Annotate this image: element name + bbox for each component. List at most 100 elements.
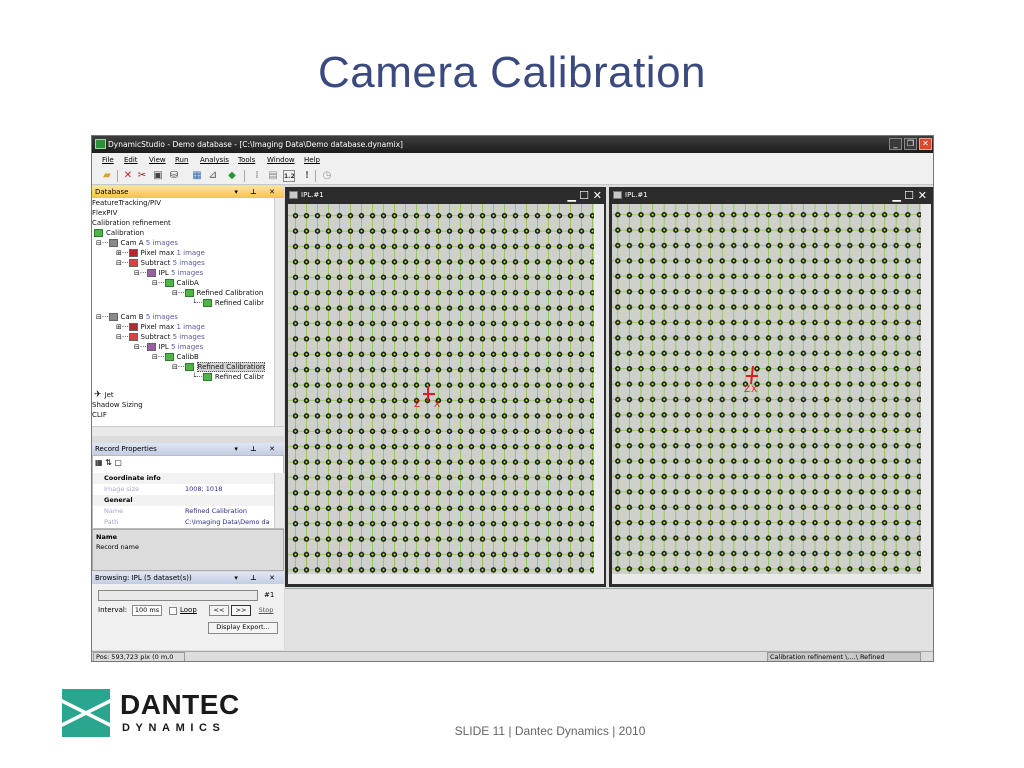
tree-vertical-scrollbar[interactable] [274,198,284,426]
chart-icon[interactable]: ⊿ [207,170,219,182]
menu-view[interactable]: View [149,153,166,167]
minimize-icon[interactable]: _ [889,138,902,150]
menu-window[interactable]: Window [267,153,295,167]
menu-tools[interactable]: Tools [238,153,255,167]
interval-input[interactable]: 100 ms [132,605,162,616]
close-icon[interactable]: ✕ [918,187,927,204]
maximize-icon[interactable]: ☐ [904,187,914,204]
tree-item[interactable]: ⊟··· Subtract 5 images [116,258,205,268]
close-icon[interactable]: ✕ [919,138,932,150]
menu-edit[interactable]: Edit [124,153,138,167]
panel-controls[interactable]: ▾ ⊥ ✕ [234,443,280,455]
menu-file[interactable]: File [102,153,114,167]
tree-item[interactable]: Calibration refinement [92,218,171,228]
tree-item[interactable]: ⊟··· Cam B 5 images [96,312,178,322]
axis-label: X [434,400,440,410]
delete-icon[interactable]: ✕ [122,170,134,182]
property-row[interactable]: Name Refined Calibration [93,506,275,517]
minimize-icon[interactable]: ▁ [568,187,576,204]
camera-icon[interactable]: ▤ [267,170,279,182]
slide-title: Camera Calibration [317,48,707,97]
tree-item[interactable]: ⊟··· Refined Calibration [172,362,266,372]
slide-footer: SLIDE 11 | Dantec Dynamics | 2010 [454,724,646,738]
calibration-icon [164,353,174,361]
cut-icon[interactable]: ✂ [136,170,148,182]
minimize-icon[interactable]: ▁ [893,187,901,204]
image-window-left: IPL.#1 ▁ ☐ ✕ Z X [285,187,606,587]
record-slider[interactable] [98,590,258,601]
tree-item[interactable]: ⊟··· CalibB [152,352,199,362]
image-vertical-scrollbar[interactable] [594,204,604,574]
camera-icon [108,239,118,247]
status-bar: Pos: 593,723 pix (0 m,0 m) Calibration r… [92,651,933,661]
app-icon [95,139,106,149]
loop-checkbox[interactable] [169,607,177,615]
calibration-icon [184,363,194,371]
tree-item[interactable]: ⊟··· Cam A 5 images [96,238,178,248]
property-category[interactable]: Coordinate info [93,473,275,484]
exclamation-icon[interactable]: ! [301,170,313,182]
next-button[interactable]: >> [231,605,251,616]
axis-label: Z [414,400,420,410]
run-icon[interactable]: ◆ [226,170,238,182]
menu-run[interactable]: Run [175,153,188,167]
browsing-title: Browsing: IPL (5 dataset(s)) [95,574,192,582]
tree-item[interactable]: Calibration [94,228,144,238]
panel-controls[interactable]: ▾ ⊥ ✕ [234,186,280,198]
sort-icon[interactable]: ▦ ⇅ ▢ [95,458,122,470]
database-icon[interactable]: ⛁ [168,170,180,182]
tree-item[interactable]: FeatureTracking/PIV [92,198,161,208]
tree-item[interactable]: └··· Refined Calibr [192,298,264,308]
menu-help[interactable]: Help [304,153,320,167]
tree-item[interactable]: ⊟··· CalibA [152,278,199,288]
tree-horizontal-scrollbar[interactable] [92,426,284,436]
tree-item[interactable]: ⊞··· Pixel max 1 image [116,322,205,332]
calibration-image[interactable]: Z X [612,204,921,574]
property-description: Name Record name [92,529,284,571]
tree-item[interactable]: └··· Refined Calibr [192,372,264,382]
display-export-button[interactable]: Display Export... [208,622,278,634]
tree-item[interactable]: ⊟··· Subtract 5 images [116,332,205,342]
image-vertical-scrollbar[interactable] [921,204,931,574]
panel-controls[interactable]: ▾ ⊥ ✕ [234,572,280,584]
calibration-image[interactable]: Z X [288,204,594,574]
tree-item[interactable]: ✈ Jet [94,390,114,400]
calibration-icon [202,373,212,381]
tree-item[interactable]: Shadow Sizing [92,400,143,410]
tree-item[interactable]: FlexPIV [92,208,117,218]
property-row[interactable]: Path C:\Imaging Data\Demo da [93,517,275,528]
properties-icon[interactable]: ▣ [152,170,164,182]
image-window-titlebar: IPL.#1 [609,187,933,204]
tree-item[interactable]: ⊟··· IPL 5 images [134,342,203,352]
maximize-icon[interactable]: ☐ [579,187,589,204]
window-titlebar: DynamicStudio - Demo database - [C:\Imag… [92,136,933,153]
close-icon[interactable]: ✕ [593,187,602,204]
stop-button[interactable]: Stop [254,605,278,616]
subtract-icon [128,259,138,267]
menu-analysis[interactable]: Analysis [200,153,229,167]
image-horizontal-scrollbar[interactable] [288,574,604,584]
ipl-icon [146,343,156,351]
database-panel-header: Database ▾ ⊥ ✕ [92,186,284,198]
tree-item[interactable]: CLIF [92,410,107,420]
grid-icon[interactable]: ▦ [191,170,203,182]
property-scrollbar[interactable] [274,473,284,528]
dot-grid: Z X [288,204,594,574]
image-horizontal-scrollbar[interactable] [612,574,931,584]
previous-button[interactable]: << [209,605,229,616]
property-category[interactable]: General [93,495,275,506]
selected-tree-item[interactable]: Refined Calibration [196,362,266,372]
calibration-icon [94,229,103,237]
toolbar-separator [244,170,245,182]
one-two-icon[interactable]: 1.2 [283,170,295,182]
property-row[interactable]: Image size 1008; 1018 [93,484,275,495]
property-grid: ▦ ⇅ ▢ Coordinate info Image size 1008; 10… [92,455,284,529]
restore-icon[interactable]: ❐ [904,138,917,150]
open-icon[interactable]: ▰ [101,170,113,182]
image-window-right: IPL.#1 ▁ ☐ ✕ Z X [609,187,933,587]
tree-item[interactable]: ⊟··· Refined Calibration [172,288,263,298]
tree-item[interactable]: ⊟··· IPL 5 images [134,268,203,278]
clock-icon[interactable]: ◷ [321,170,333,182]
tree-item[interactable]: ⊞··· Pixel max 1 image [116,248,205,258]
loop-label: Loop [180,606,197,614]
